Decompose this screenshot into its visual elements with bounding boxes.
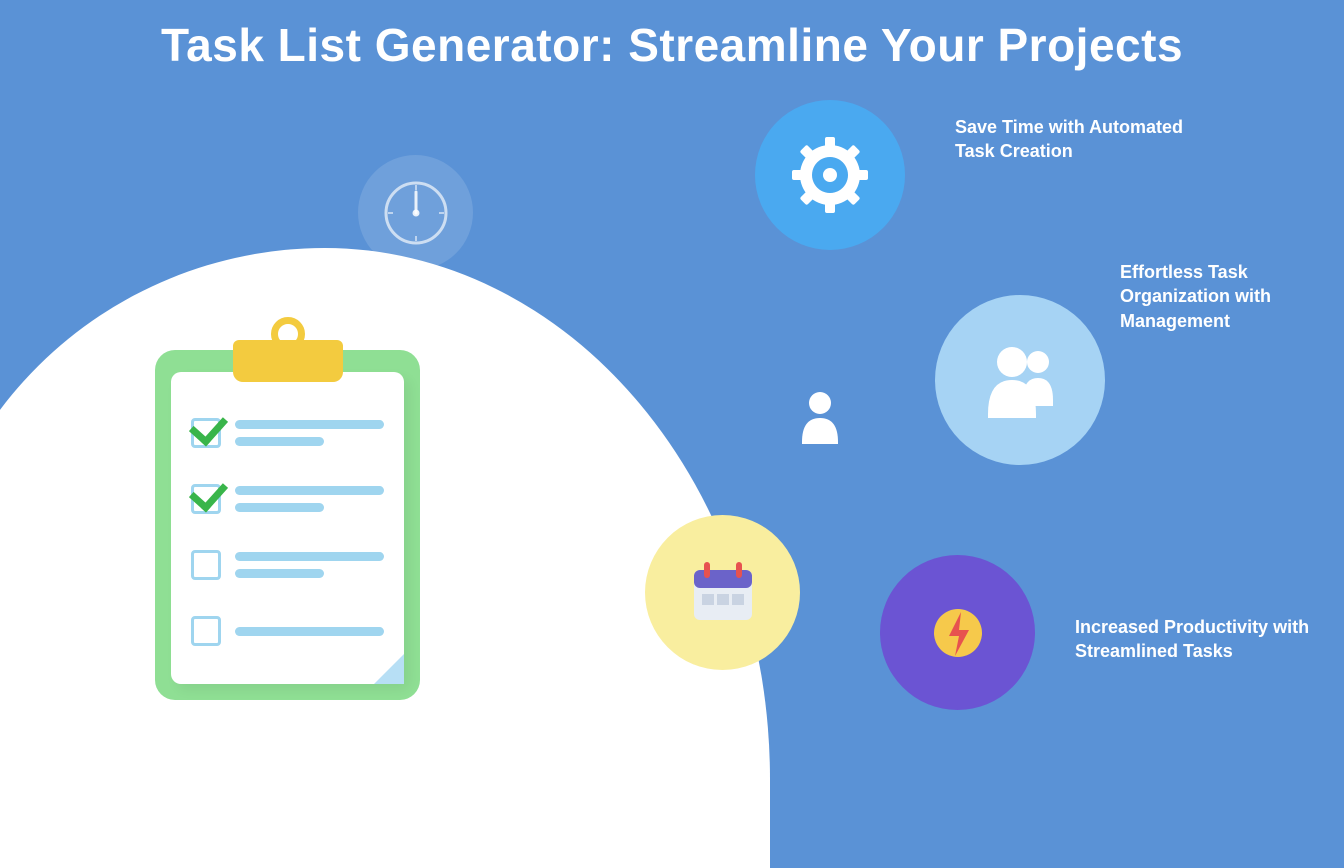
checkbox-checked-icon (191, 484, 221, 514)
clipboard-clip (233, 340, 343, 382)
task-lines (235, 552, 384, 578)
bolt-circle (880, 555, 1035, 710)
gear-icon (792, 137, 868, 213)
task-row (191, 406, 384, 460)
calendar-icon (684, 554, 762, 632)
checkbox-empty-icon (191, 616, 221, 646)
task-lines (235, 486, 384, 512)
benefit-team-label: Effortless Task Organization with Manage… (1120, 260, 1344, 333)
person-mini (798, 390, 842, 444)
checkbox-checked-icon (191, 418, 221, 448)
lightning-icon (923, 598, 993, 668)
clock-icon (381, 178, 451, 248)
clipboard-paper (171, 372, 404, 684)
page-title: Task List Generator: Streamline Your Pro… (0, 18, 1344, 72)
clipboard-illustration (155, 350, 420, 700)
task-row (191, 604, 384, 658)
task-row (191, 538, 384, 592)
team-circle (935, 295, 1105, 465)
paper-fold-icon (374, 654, 404, 684)
gear-circle (755, 100, 905, 250)
person-icon (798, 390, 842, 444)
clock-circle (358, 155, 473, 270)
team-icon (968, 328, 1072, 432)
checkbox-empty-icon (191, 550, 221, 580)
calendar-circle (645, 515, 800, 670)
benefit-bolt-label: Increased Productivity with Streamlined … (1075, 615, 1335, 664)
benefit-gear-label: Save Time with Automated Task Creation (955, 115, 1215, 164)
task-lines (235, 627, 384, 636)
task-lines (235, 420, 384, 446)
task-row (191, 472, 384, 526)
